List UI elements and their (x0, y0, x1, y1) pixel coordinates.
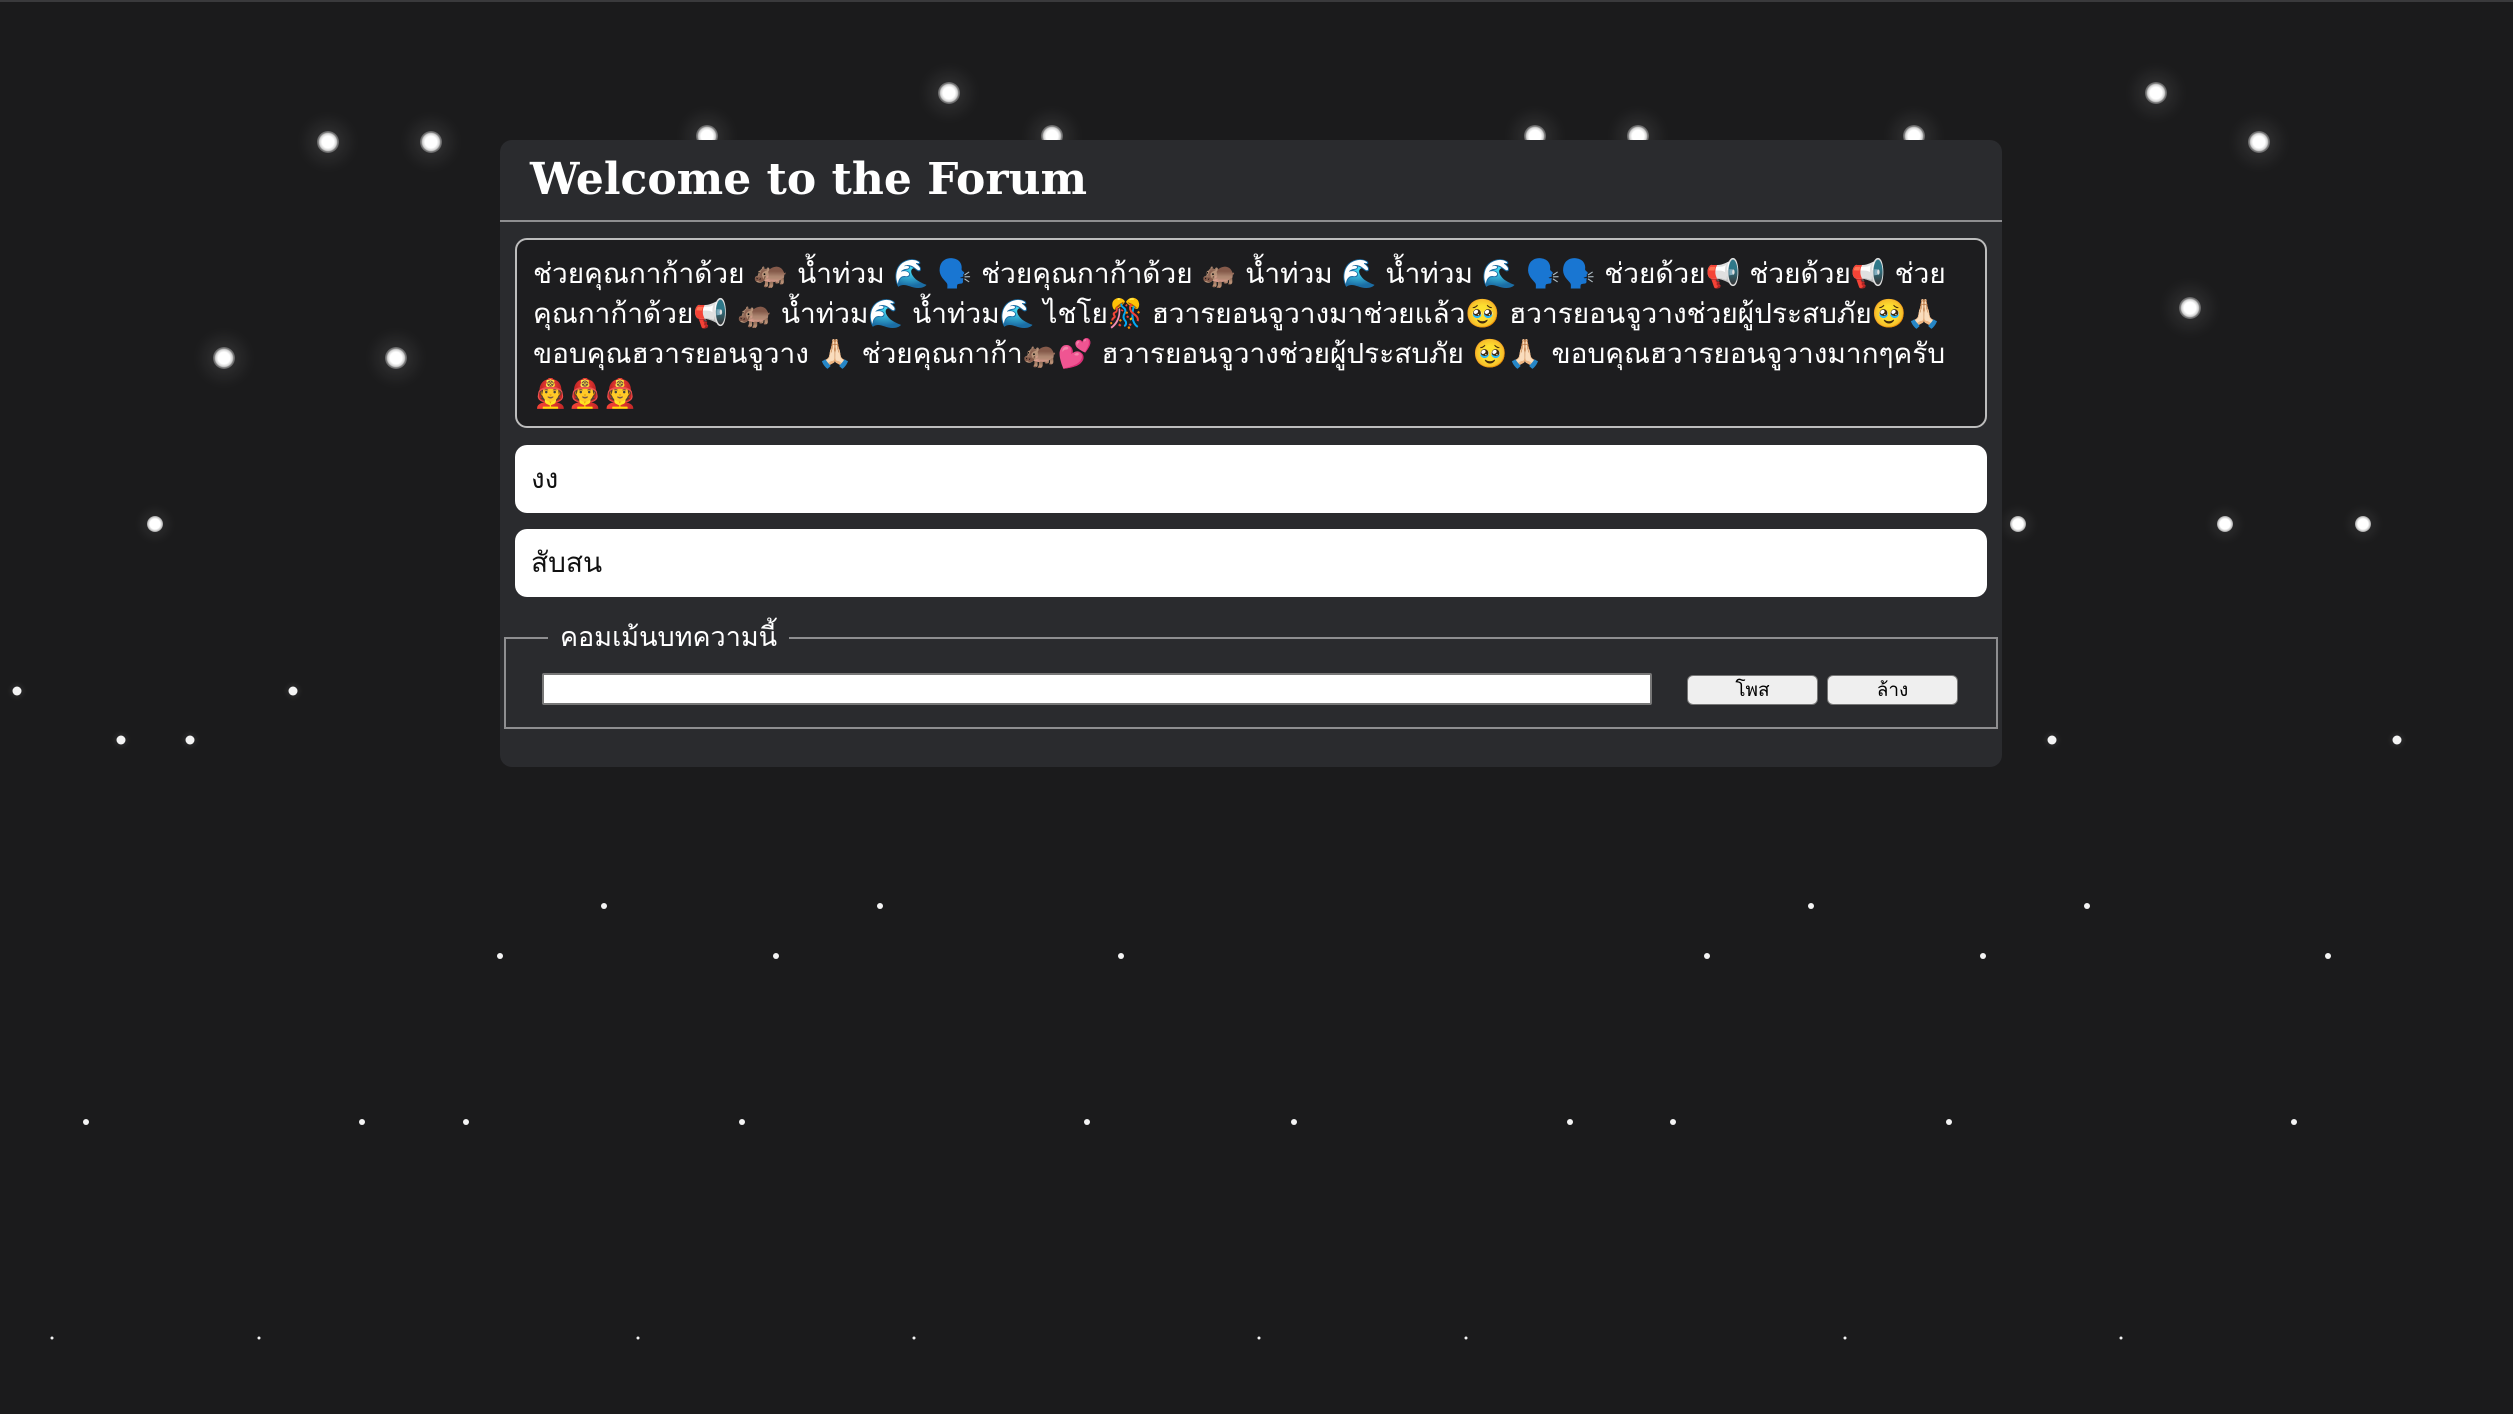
background-star (739, 1119, 745, 1125)
background-star (2145, 82, 2167, 104)
forum-post: ช่วยคุณกาก้าด้วย 🦛 น้ำท่วม 🌊 🗣️ ช่วยคุณก… (515, 238, 1987, 428)
background-star (83, 1119, 89, 1125)
background-star (1843, 1336, 1847, 1340)
comment-input[interactable] (542, 673, 1652, 705)
background-star (1118, 953, 1124, 959)
background-star (2291, 1119, 2297, 1125)
background-star (2217, 516, 2233, 532)
background-star (601, 903, 607, 909)
background-star (1704, 953, 1710, 959)
comment-item: สับสน (515, 529, 1987, 597)
background-star (1567, 1119, 1573, 1125)
background-star (12, 686, 22, 696)
background-star (497, 953, 503, 959)
background-star (2179, 297, 2201, 319)
forum-panel: Welcome to the Forum ช่วยคุณกาก้าด้วย 🦛 … (500, 140, 2002, 767)
clear-button[interactable]: ล้าง (1827, 675, 1958, 705)
background-star (773, 953, 779, 959)
background-star (463, 1119, 469, 1125)
background-star (1257, 1336, 1261, 1340)
background-star (420, 131, 442, 153)
background-star (938, 82, 960, 104)
background-star (912, 1336, 916, 1340)
background-star (257, 1336, 261, 1340)
post-button[interactable]: โพส (1687, 675, 1818, 705)
background-star (1670, 1119, 1676, 1125)
comment-item: งง (515, 445, 1987, 513)
comment-form-legend: คอมเม้นบทความนี้ (548, 621, 790, 655)
background-star (385, 347, 407, 369)
background-star (877, 903, 883, 909)
background-star (317, 131, 339, 153)
background-star (2248, 131, 2270, 153)
background-star (288, 686, 298, 696)
background-star (1808, 903, 1814, 909)
background-star (116, 735, 126, 745)
background-star (185, 735, 195, 745)
background-star (213, 347, 235, 369)
background-star (147, 516, 163, 532)
background-star (1084, 1119, 1090, 1125)
comment-form: คอมเม้นบทความนี้ โพส ล้าง (504, 621, 1998, 729)
title-divider (500, 220, 2002, 222)
forum-title: Welcome to the Forum (530, 154, 1088, 205)
background-star (636, 1336, 640, 1340)
background-star (1946, 1119, 1952, 1125)
background-star (50, 1336, 54, 1340)
background-star (359, 1119, 365, 1125)
background-star (2047, 735, 2057, 745)
background-star (2084, 903, 2090, 909)
background-star (1291, 1119, 1297, 1125)
background-star (2010, 516, 2026, 532)
background-star (2392, 735, 2402, 745)
background-star (2325, 953, 2331, 959)
background-star (2119, 1336, 2123, 1340)
background-star (2355, 516, 2371, 532)
background-star (1464, 1336, 1468, 1340)
background-star (1980, 953, 1986, 959)
